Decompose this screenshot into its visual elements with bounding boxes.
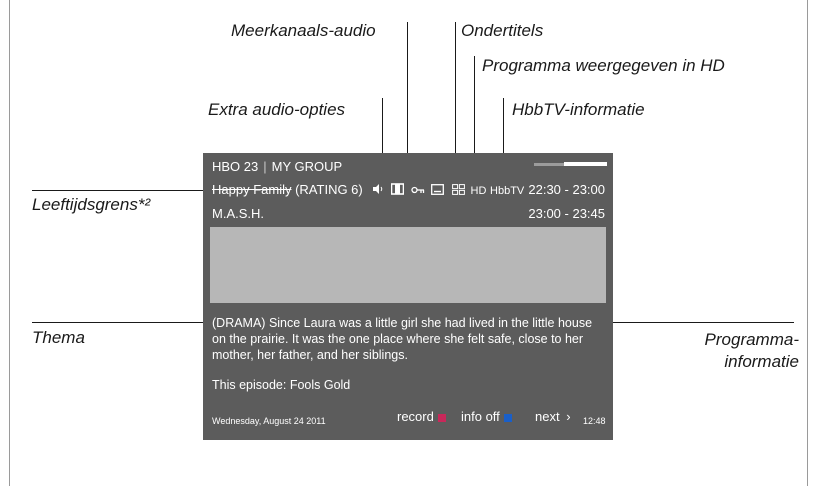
callout-program-info-line2: informatie <box>724 352 799 371</box>
subtitles-icon <box>431 183 445 199</box>
callout-extra-audio: Extra audio-opties <box>208 100 346 119</box>
hd-badge: HD <box>470 185 487 197</box>
callout-program-info-line1: Programma- <box>704 330 799 349</box>
callout-multichannel-audio: Meerkanaals-audio <box>231 21 376 40</box>
rating: (RATING 6) <box>295 182 363 197</box>
info-off-label: info off <box>461 409 500 424</box>
leader-program-info <box>609 322 794 323</box>
channel-name: HBO 23 <box>212 159 259 174</box>
group-name: MY GROUP <box>271 159 343 174</box>
current-time: 22:30 - 23:00 <box>528 182 605 197</box>
next-arrow-icon: › <box>566 409 571 424</box>
leader-theme <box>32 322 212 323</box>
record-label: record <box>397 409 434 424</box>
next-title: M.A.S.H. <box>212 206 265 221</box>
preview-area <box>210 227 606 303</box>
channel-separator: | <box>263 159 267 174</box>
episode-info: This episode: Fools Gold <box>212 378 351 392</box>
callout-age-limit: Leeftijdsgrens*² <box>32 195 151 214</box>
next-time: 23:00 - 23:45 <box>528 206 605 221</box>
multichannel-audio-icon <box>390 182 405 199</box>
callout-theme: Thema <box>32 328 85 347</box>
key-icon <box>410 183 425 199</box>
hbbtv-badge: HbbTV <box>490 185 525 197</box>
leader-multichannel-audio <box>407 22 408 174</box>
audio-options-icon <box>372 183 384 199</box>
blue-key-icon <box>503 413 512 422</box>
progress-fill <box>564 162 607 166</box>
leader-subtitles <box>455 22 456 174</box>
callout-hd: Programma weergegeven in HD <box>482 56 725 75</box>
red-key-icon <box>437 413 446 422</box>
date-display: Wednesday, August 24 2011 <box>212 416 326 426</box>
teletext-icon <box>451 183 465 199</box>
program-description: (DRAMA) Since Laura was a little girl sh… <box>212 316 593 362</box>
next-action[interactable]: next › <box>535 409 571 425</box>
tv-info-panel: HBO 23 | MY GROUP Happy Family (RATING 6) … <box>203 153 613 440</box>
clock: 12:48 <box>583 416 606 426</box>
current-program-line: Happy Family (RATING 6) HD HbbTV <box>212 182 524 199</box>
current-title: Happy Family <box>212 182 292 197</box>
next-label: next <box>535 409 560 424</box>
record-action[interactable]: record <box>397 409 446 425</box>
channel-line: HBO 23 | MY GROUP <box>212 159 342 175</box>
info-off-action[interactable]: info off <box>461 409 512 425</box>
callout-hbbtv: HbbTV-informatie <box>512 100 645 119</box>
callout-subtitles: Ondertitels <box>461 21 544 40</box>
